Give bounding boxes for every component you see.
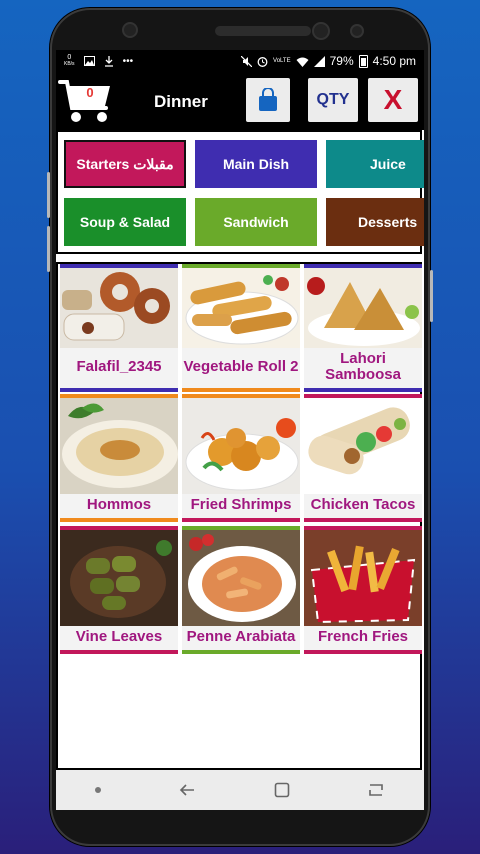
fried-shrimps-photo bbox=[182, 398, 300, 494]
hommos-photo bbox=[60, 398, 178, 494]
color-stripe bbox=[182, 518, 300, 522]
signal-icon bbox=[313, 55, 325, 67]
french-fries-photo bbox=[304, 530, 422, 626]
volte-indicator: VoLTE bbox=[273, 58, 291, 64]
front-camera-icon bbox=[122, 22, 138, 38]
battery-icon bbox=[358, 54, 368, 68]
shopping-bag-button[interactable] bbox=[246, 78, 290, 122]
system-nav-bar bbox=[56, 770, 424, 810]
menu-item-french-fries[interactable]: French Fries bbox=[304, 526, 422, 654]
menu-item-chicken-tacos[interactable]: Chicken Tacos bbox=[304, 394, 422, 522]
cart-count-badge: 0 bbox=[86, 85, 94, 100]
category-main-dish[interactable]: Main Dish bbox=[195, 140, 317, 188]
page-title: Dinner bbox=[154, 92, 208, 111]
app-header: 0 Dinner QTY X bbox=[56, 72, 424, 130]
menu-item-falafil[interactable]: Falafil_2345 bbox=[60, 264, 178, 392]
menu-item-fried-shrimps[interactable]: Fried Shrimps bbox=[182, 394, 300, 522]
network-speed: 0 KB/s bbox=[64, 54, 75, 67]
menu-item-grid: Falafil_2345 Vegetable Roll 2 Lahori Sam… bbox=[56, 262, 422, 770]
cart-button[interactable]: 0 bbox=[58, 76, 114, 126]
item-name: Lahori Samboosa bbox=[325, 350, 401, 383]
recent-apps-icon[interactable] bbox=[367, 782, 385, 798]
color-stripe bbox=[60, 650, 178, 654]
item-name: Hommos bbox=[86, 496, 152, 513]
image-icon bbox=[83, 56, 95, 66]
item-name: Penne Arabiata bbox=[186, 628, 296, 645]
item-name: Chicken Tacos bbox=[310, 496, 416, 513]
category-juice[interactable]: Juice bbox=[326, 140, 424, 188]
category-panel: Starters مقبلات Main Dish Juice Soup & S… bbox=[56, 130, 424, 254]
color-stripe bbox=[304, 388, 422, 392]
item-name: Vine Leaves bbox=[75, 628, 163, 645]
category-starters[interactable]: Starters مقبلات bbox=[64, 140, 186, 188]
wifi-icon bbox=[296, 57, 309, 67]
item-name: Fried Shrimps bbox=[190, 496, 292, 513]
penne-arabiata-photo bbox=[182, 530, 300, 626]
volume-button bbox=[47, 226, 50, 272]
close-button[interactable]: X bbox=[368, 78, 418, 122]
download-icon bbox=[104, 55, 113, 67]
shopping-cart-icon bbox=[58, 80, 110, 122]
alarm-icon bbox=[257, 56, 268, 67]
item-name: Falafil_2345 bbox=[76, 358, 162, 375]
falafil-photo bbox=[60, 268, 178, 348]
clock: 4:50 pm bbox=[372, 54, 416, 68]
status-bar: 0 KB/s ••• VoLTE 79% 4:50 pm bbox=[56, 50, 424, 72]
volume-button bbox=[47, 172, 50, 218]
speaker-grille bbox=[215, 26, 311, 36]
mute-icon bbox=[241, 55, 253, 67]
menu-item-vegetable-roll[interactable]: Vegetable Roll 2 bbox=[182, 264, 300, 392]
category-soup-salad[interactable]: Soup & Salad bbox=[64, 198, 186, 246]
home-icon[interactable] bbox=[274, 782, 290, 798]
item-name: French Fries bbox=[317, 628, 409, 645]
vegetable-roll-photo bbox=[182, 268, 300, 348]
nav-dot-icon[interactable] bbox=[94, 787, 101, 793]
more-icon: ••• bbox=[122, 55, 134, 67]
menu-item-vine-leaves[interactable]: Vine Leaves bbox=[60, 526, 178, 654]
app-screen: 0 KB/s ••• VoLTE 79% 4:50 pm 0 Dinner QT… bbox=[56, 50, 424, 810]
samboosa-photo bbox=[304, 268, 422, 348]
sensor-icon bbox=[312, 22, 330, 40]
battery-percent: 79% bbox=[329, 54, 354, 68]
color-stripe bbox=[182, 650, 300, 654]
menu-item-lahori-samboosa[interactable]: Lahori Samboosa bbox=[304, 264, 422, 392]
color-stripe bbox=[304, 650, 422, 654]
qty-button[interactable]: QTY bbox=[308, 78, 358, 122]
menu-item-hommos[interactable]: Hommos bbox=[60, 394, 178, 522]
color-stripe bbox=[304, 518, 422, 522]
category-desserts[interactable]: Desserts bbox=[326, 198, 424, 246]
power-button bbox=[430, 270, 433, 322]
sensor-icon bbox=[350, 24, 364, 38]
menu-item-penne-arabiata[interactable]: Penne Arabiata bbox=[182, 526, 300, 654]
color-stripe bbox=[60, 518, 178, 522]
vine-leaves-photo bbox=[60, 530, 178, 626]
chicken-tacos-photo bbox=[304, 398, 422, 494]
color-stripe bbox=[60, 388, 178, 392]
item-name: Vegetable Roll 2 bbox=[183, 358, 299, 375]
back-icon[interactable] bbox=[178, 783, 196, 797]
shopping-bag-icon bbox=[259, 88, 277, 111]
color-stripe bbox=[182, 388, 300, 392]
category-sandwich[interactable]: Sandwich bbox=[195, 198, 317, 246]
